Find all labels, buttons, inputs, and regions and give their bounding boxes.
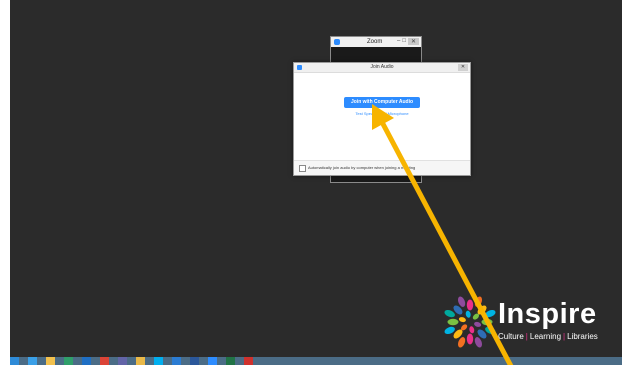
- zoom-icon[interactable]: [208, 357, 217, 365]
- maximize-icon[interactable]: □: [402, 38, 406, 45]
- teams-icon[interactable]: [118, 357, 127, 365]
- app-icon-2[interactable]: [172, 357, 181, 365]
- petal: [474, 296, 483, 307]
- join-audio-dialog: Join Audio ✕ Join with Computer Audio Te…: [293, 62, 471, 176]
- zoom-window-titlebar[interactable]: Zoom – □ ✕: [331, 37, 421, 47]
- petal: [466, 333, 474, 345]
- petal: [474, 337, 483, 348]
- inspire-tagline: Culture | Learning | Libraries: [498, 332, 598, 341]
- minimize-icon[interactable]: –: [397, 38, 400, 45]
- internet-explorer-icon[interactable]: [28, 357, 37, 365]
- tagline-culture: Culture: [498, 332, 524, 341]
- inspire-flower-icon: [444, 296, 496, 348]
- excel-icon[interactable]: [226, 357, 235, 365]
- auto-join-checkbox[interactable]: [299, 165, 306, 172]
- petal: [485, 326, 496, 335]
- zoom-logo-icon: [334, 39, 340, 45]
- petal: [474, 321, 482, 327]
- petal: [457, 337, 466, 348]
- chrome-icon[interactable]: [100, 357, 109, 365]
- tagline-libraries: Libraries: [567, 332, 598, 341]
- close-icon[interactable]: ✕: [407, 38, 419, 45]
- inspire-logo: Inspire Culture | Learning | Libraries: [440, 290, 610, 350]
- taskbar: [10, 357, 622, 365]
- file-explorer-icon[interactable]: [46, 357, 55, 365]
- petal: [465, 310, 471, 318]
- petal: [457, 296, 466, 307]
- word-icon[interactable]: [190, 357, 199, 365]
- join-computer-audio-button[interactable]: Join with Computer Audio: [344, 97, 420, 108]
- dialog-footer: Automatically join audio by computer whe…: [294, 160, 470, 175]
- app-icon[interactable]: [64, 357, 73, 365]
- start-icon[interactable]: [10, 357, 19, 365]
- dialog-titlebar: Join Audio ✕: [294, 63, 470, 73]
- petal: [444, 309, 455, 318]
- auto-join-label[interactable]: Automatically join audio by computer whe…: [308, 165, 415, 170]
- test-speaker-link[interactable]: Test Speaker and Microphone: [294, 111, 470, 116]
- petal: [466, 299, 474, 311]
- folder-icon[interactable]: [136, 357, 145, 365]
- acrobat-icon[interactable]: [244, 357, 253, 365]
- dialog-title: Join Audio: [370, 64, 394, 70]
- petal: [444, 326, 455, 335]
- dialog-close-button[interactable]: ✕: [458, 64, 468, 71]
- skype-icon[interactable]: [154, 357, 163, 365]
- zoom-window-title: Zoom: [367, 39, 383, 45]
- petal: [447, 318, 459, 326]
- petal: [485, 309, 496, 318]
- petal: [458, 317, 466, 323]
- desktop: Zoom – □ ✕ Join Audio ✕ Join with Comput…: [10, 0, 622, 357]
- petal: [481, 318, 493, 326]
- outlook-icon[interactable]: [82, 357, 91, 365]
- petal: [469, 326, 475, 334]
- inspire-wordmark: Inspire: [498, 298, 597, 330]
- tagline-learning: Learning: [529, 332, 562, 341]
